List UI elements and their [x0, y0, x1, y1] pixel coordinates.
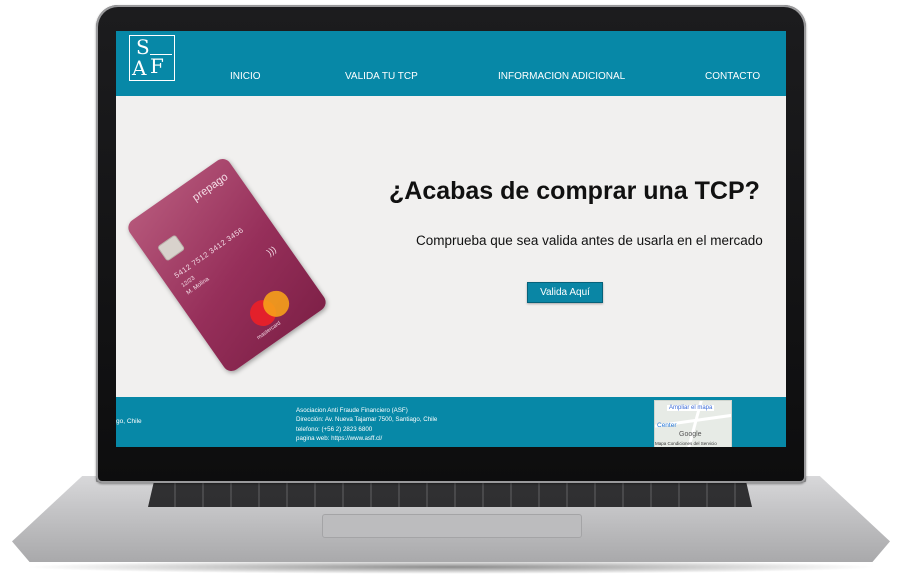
card-label: prepago [190, 171, 231, 205]
map-place-label: Center [657, 422, 677, 429]
map-terms[interactable]: Mapa Condiciones del Servicio [655, 441, 717, 446]
logo-letter-s: S [136, 35, 150, 59]
laptop-keyboard [148, 481, 752, 507]
laptop-trackpad [322, 514, 582, 538]
laptop-screen: S A F INICIO VALIDA TU TCP INFORMACION A… [116, 31, 786, 447]
map-enlarge-link[interactable]: Ampliar el mapa [667, 405, 715, 411]
card-number: 5412 7512 3412 3456 [172, 225, 246, 280]
contactless-icon: ))) [264, 244, 279, 258]
logo-letter-a: A [132, 56, 147, 80]
card-chip-icon [156, 234, 186, 262]
site-header: S A F INICIO VALIDA TU TCP INFORMACION A… [116, 31, 786, 96]
nav-contacto[interactable]: CONTACTO [705, 71, 760, 82]
footer-org-name: Asociacion Anti Fraude Financiero (ASF) [296, 407, 408, 414]
footer-address: Dirección: Av. Nueva Tajamar 7500, Santi… [296, 416, 438, 424]
nav-informacion-adicional[interactable]: INFORMACION ADICIONAL [498, 71, 625, 82]
valida-aqui-button[interactable]: Valida Aquí [527, 282, 603, 303]
footer-phone: telefono: (+56 2) 2823 6800 [296, 425, 373, 433]
embedded-map[interactable]: Ampliar el mapa Center Google Mapa Condi… [654, 400, 732, 447]
laptop-shadow [22, 560, 880, 574]
prepaid-card-image: prepago 5412 7512 3412 3456 12/23 M. Mol… [124, 155, 330, 375]
google-logo: Google [679, 431, 702, 438]
mastercard-logo-icon [244, 285, 296, 332]
logo-letter-f: F [150, 54, 164, 78]
saf-logo[interactable]: S A F [129, 35, 175, 81]
hero-subtitle: Comprueba que sea valida antes de usarla… [416, 233, 763, 248]
footer-location-text: go, Chile [116, 418, 142, 425]
footer-contact-info: Asociacion Anti Fraude Financiero (ASF) … [296, 406, 437, 444]
hero-title: ¿Acabas de comprar una TCP? [389, 177, 760, 205]
nav-inicio[interactable]: INICIO [230, 71, 261, 82]
site-footer: go, Chile Asociacion Anti Fraude Financi… [116, 397, 786, 447]
nav-valida-tu-tcp[interactable]: VALIDA TU TCP [345, 71, 418, 82]
footer-website[interactable]: pagina web: https://www.asff.cl/ [296, 434, 437, 443]
